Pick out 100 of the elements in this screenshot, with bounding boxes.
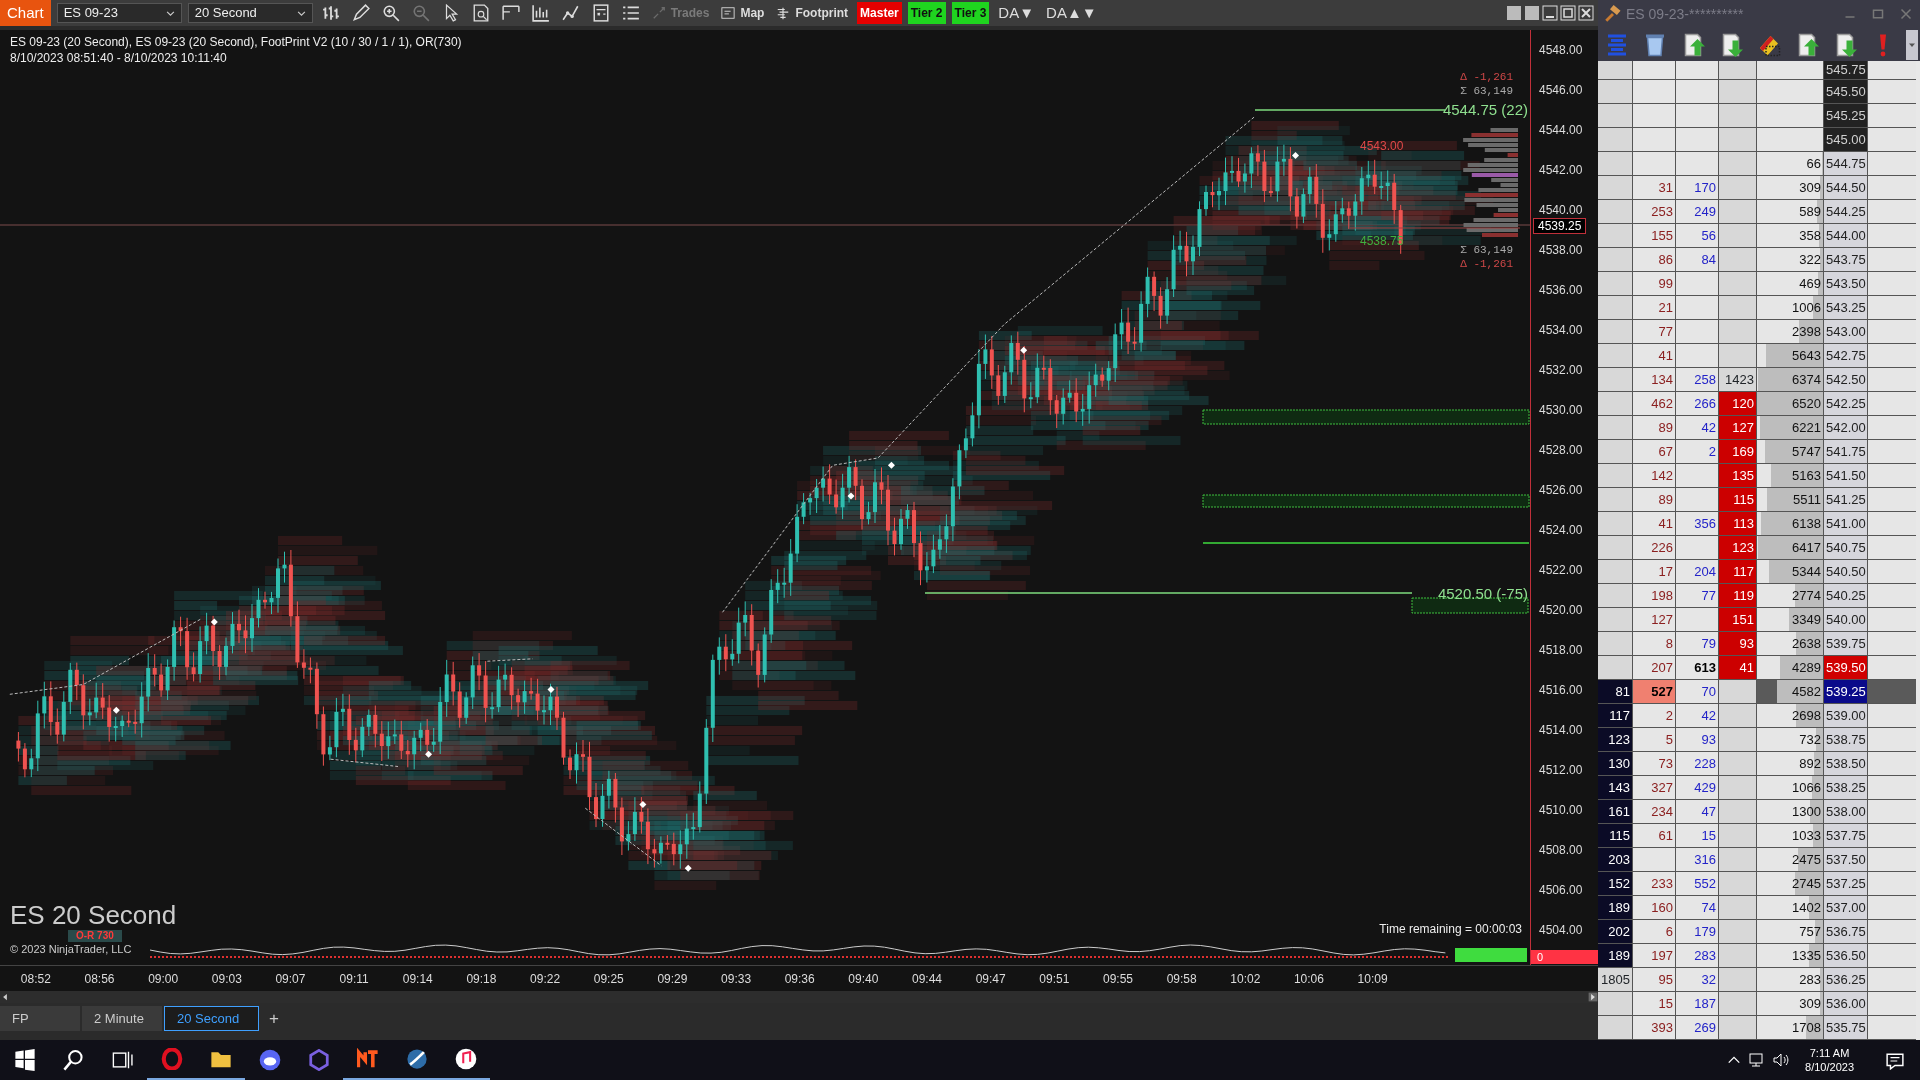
windows-logo-icon[interactable] xyxy=(13,1049,36,1071)
volume-cell: 283 xyxy=(1757,968,1823,991)
axis-label: 4522.00 xyxy=(1539,563,1583,577)
dropdown-button[interactable] xyxy=(1906,29,1918,60)
sell-volume: 233 xyxy=(1633,872,1675,895)
volume-cell: 2398 xyxy=(1757,320,1823,343)
volume-cell: 6374 xyxy=(1757,368,1823,391)
buy-volume: 93 xyxy=(1676,728,1718,751)
toolbar-button[interactable]: Master xyxy=(857,2,902,24)
hexagon-icon[interactable] xyxy=(307,1049,330,1071)
instrument-dropdown[interactable]: ES 09-23 xyxy=(56,3,182,23)
minimize-icon[interactable] xyxy=(1542,5,1558,21)
sell-volume: 234 xyxy=(1633,800,1675,823)
time-label: 09:36 xyxy=(783,970,816,988)
properties-icon[interactable] xyxy=(471,4,490,22)
task-view-icon[interactable] xyxy=(111,1049,134,1071)
chart-tab[interactable]: 2 Minute xyxy=(82,1006,162,1031)
add-tab-button[interactable]: + xyxy=(261,1006,287,1031)
bid-size: 152 xyxy=(1598,872,1632,895)
dom-cell xyxy=(1676,296,1718,319)
toolbar-button[interactable]: Tier 2 xyxy=(907,2,946,24)
template-icon[interactable] xyxy=(501,4,520,22)
browser-icon[interactable] xyxy=(160,1048,183,1070)
toolbar-button[interactable]: Tier 3 xyxy=(951,2,990,24)
interval-dropdown[interactable]: 20 Second xyxy=(187,3,313,23)
axis-label: 4508.00 xyxy=(1539,843,1583,857)
axis-label: 4506.00 xyxy=(1539,883,1583,897)
zoom-in-icon[interactable] xyxy=(381,4,400,22)
buy-volume: 70 xyxy=(1676,680,1718,703)
time-label: 09:22 xyxy=(529,970,562,988)
toolbar-button[interactable]: Map xyxy=(718,2,768,24)
trash-icon[interactable] xyxy=(1643,32,1667,57)
price-cell: 536.25 xyxy=(1824,968,1867,991)
volume-cell: 322 xyxy=(1757,248,1823,271)
globe-icon[interactable] xyxy=(405,1048,428,1070)
volume-cell: 2698 xyxy=(1757,704,1823,727)
price-label: Σ 63,149 xyxy=(1460,244,1513,256)
chart-tab[interactable]: FP xyxy=(0,1006,80,1031)
maximize-icon[interactable] xyxy=(1872,8,1884,20)
price-cell: 544.75 xyxy=(1824,152,1867,175)
ask-size: 123 xyxy=(1719,536,1756,559)
volume-cell: 6520 xyxy=(1757,392,1823,415)
bar-chart-icon[interactable] xyxy=(321,4,340,22)
restore-icon[interactable] xyxy=(1506,5,1522,21)
toolbar-button[interactable]: Footprint xyxy=(773,2,852,24)
dom-cell xyxy=(1676,104,1718,127)
app-title: Chart xyxy=(0,0,51,26)
bid-size: 189 xyxy=(1598,944,1632,967)
chart-tab[interactable]: 20 Second xyxy=(164,1006,259,1031)
menu-button[interactable]: DA▲▼ xyxy=(1043,2,1100,24)
volume-cell: 2774 xyxy=(1757,584,1823,607)
music-icon[interactable] xyxy=(454,1048,477,1070)
notification-icon[interactable] xyxy=(1886,1051,1904,1070)
sell-volume: 8 xyxy=(1633,632,1675,655)
buy-volume: 356 xyxy=(1676,512,1718,535)
chat-icon[interactable] xyxy=(258,1049,281,1071)
volume-cell: 5643 xyxy=(1757,344,1823,367)
volume-cell: 1033 xyxy=(1757,824,1823,847)
axis-label: 4534.00 xyxy=(1539,323,1583,337)
restore-icon[interactable] xyxy=(1524,5,1540,21)
network-icon[interactable] xyxy=(1749,1052,1766,1068)
clock-date[interactable]: 8/10/2023 xyxy=(1805,1060,1854,1074)
buy-volume: 42 xyxy=(1676,704,1718,727)
price-cell: 543.75 xyxy=(1824,248,1867,271)
line-chart-icon[interactable] xyxy=(561,4,580,22)
pencil-icon[interactable] xyxy=(351,4,370,22)
menu-button[interactable]: DA▼ xyxy=(995,2,1038,24)
calculator-icon[interactable] xyxy=(591,4,610,22)
volume-cell: 757 xyxy=(1757,920,1823,943)
data-box-icon[interactable] xyxy=(531,4,550,22)
caret-icon xyxy=(165,8,175,18)
app-logo-icon[interactable] xyxy=(356,1048,379,1070)
copyright-text: © 2023 NinjaTrader, LLC xyxy=(10,942,132,957)
price-label: 4520.50 (-75) xyxy=(1437,585,1528,602)
axis-label: 4542.00 xyxy=(1539,163,1583,177)
volume-cell: 589 xyxy=(1757,200,1823,223)
sell-volume: 99 xyxy=(1633,272,1675,295)
sell-volume: 86 xyxy=(1633,248,1675,271)
dom-cell xyxy=(1676,272,1718,295)
buy-volume: 187 xyxy=(1676,992,1718,1015)
sell-volume: 41 xyxy=(1633,344,1675,367)
volume-cell: 4582 xyxy=(1757,680,1823,703)
trades-icon xyxy=(651,6,666,20)
price-label: Δ -1,261 xyxy=(1460,258,1513,270)
list-icon[interactable] xyxy=(621,4,640,22)
indicator-value: 0 xyxy=(1531,950,1598,964)
footprint-icon xyxy=(776,6,791,20)
bid-size: 203 xyxy=(1598,848,1632,871)
ask-size: 169 xyxy=(1719,440,1756,463)
price-cell: 541.25 xyxy=(1824,488,1867,511)
ask-size: 93 xyxy=(1719,632,1756,655)
speaker-icon[interactable] xyxy=(1773,1052,1790,1068)
sell-volume: 207 xyxy=(1633,656,1675,679)
clock-time[interactable]: 7:11 AM xyxy=(1805,1046,1854,1060)
volume-cell: 4289 xyxy=(1757,656,1823,679)
search-icon[interactable] xyxy=(62,1049,85,1071)
axis-label: 4544.00 xyxy=(1539,123,1583,137)
time-label: 09:58 xyxy=(1165,970,1198,988)
scroll-right-icon[interactable] xyxy=(1588,992,1598,1002)
dom-cell xyxy=(1676,344,1718,367)
